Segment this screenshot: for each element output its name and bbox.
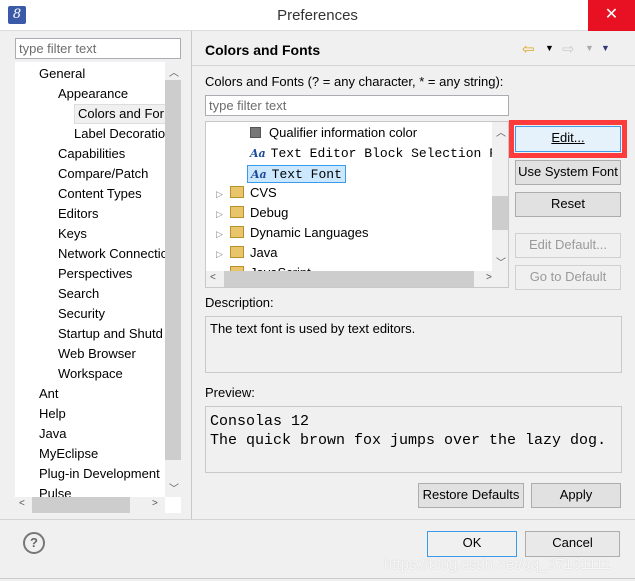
preference-tree[interactable]: General Appearance Colors and For Label Dec…: [15, 62, 181, 513]
item-label: Qualifier information color: [269, 125, 418, 140]
reset-button[interactable]: Reset: [515, 192, 621, 217]
tree-item[interactable]: Workspace: [58, 366, 123, 381]
description-text: The text font is used by text editors.: [210, 321, 416, 336]
item-label: CVS: [250, 185, 277, 200]
description-label: Description:: [205, 295, 274, 310]
tree-item[interactable]: Colors and For: [74, 104, 168, 124]
tree-item[interactable]: Security: [58, 306, 105, 321]
preview-label: Preview:: [205, 385, 255, 400]
ok-button[interactable]: OK: [427, 531, 517, 557]
tree-item[interactable]: Ant: [39, 386, 59, 401]
tree-item[interactable]: Keys: [58, 226, 87, 241]
colors-fonts-tree[interactable]: Qualifier information color Aa Text Editor…: [205, 121, 509, 288]
forward-dropdown-icon[interactable]: ▼: [585, 43, 594, 53]
tree-item[interactable]: Perspectives: [58, 266, 132, 281]
color-font-item[interactable]: ▷ Debug: [216, 205, 288, 220]
back-dropdown-icon[interactable]: ▼: [545, 43, 554, 53]
expand-icon[interactable]: ▷: [216, 229, 230, 240]
tree-item[interactable]: Startup and Shutd: [58, 326, 163, 341]
item-label: Dynamic Languages: [250, 225, 369, 240]
color-font-item[interactable]: Qualifier information color: [250, 125, 417, 140]
folder-icon: [230, 246, 244, 258]
view-menu-icon[interactable]: ▼: [601, 43, 610, 53]
color-font-item[interactable]: Aa Text Font: [247, 165, 346, 183]
color-font-item[interactable]: Aa Text Editor Block Selection Font: [250, 145, 509, 161]
left-vertical-scrollbar[interactable]: ︿ ﹀: [165, 62, 181, 497]
footer-separator: [0, 519, 635, 520]
close-icon[interactable]: ✕: [588, 0, 635, 31]
tree-horizontal-scrollbar[interactable]: < >: [206, 271, 508, 287]
item-label: Java: [250, 245, 278, 260]
expand-icon[interactable]: ▷: [216, 249, 230, 260]
edit-default-button[interactable]: Edit Default...: [515, 233, 621, 258]
tree-item[interactable]: Help: [39, 406, 66, 421]
font-icon: Aa: [250, 147, 266, 160]
expand-icon[interactable]: ▷: [216, 209, 230, 220]
title-bar: 8 Preferences ✕: [0, 0, 635, 31]
color-font-item[interactable]: ▷ Java: [216, 245, 277, 260]
tree-item[interactable]: Editors: [58, 206, 98, 221]
color-font-item[interactable]: ▷ Dynamic Languages: [216, 225, 369, 240]
tree-item[interactable]: Search: [58, 286, 99, 301]
folder-icon: [230, 206, 244, 218]
expand-icon[interactable]: ▷: [216, 189, 230, 200]
preview-line: The quick brown fox jumps over the lazy …: [210, 432, 607, 449]
tree-item[interactable]: Plug-in Development: [39, 466, 160, 481]
tree-vertical-scrollbar[interactable]: ︿ ﹀: [492, 122, 508, 271]
item-label: Text Editor Block Selection Font: [270, 146, 509, 161]
tree-item[interactable]: MyEclipse: [39, 446, 98, 461]
divider: [191, 31, 192, 519]
colors-filter-input[interactable]: [205, 95, 509, 116]
tree-item[interactable]: Network Connectio: [58, 246, 168, 261]
tree-item[interactable]: Web Browser: [58, 346, 136, 361]
help-icon[interactable]: ?: [23, 532, 45, 554]
cancel-button[interactable]: Cancel: [525, 531, 620, 557]
page-header: Colors and Fonts ⇦ ▼ ⇨ ▼ ▼: [192, 31, 635, 66]
tree-item[interactable]: Compare/Patch: [58, 166, 148, 181]
tree-item[interactable]: General: [39, 66, 85, 81]
restore-defaults-button[interactable]: Restore Defaults: [418, 483, 524, 508]
use-system-font-button[interactable]: Use System Font: [515, 160, 621, 185]
edit-button[interactable]: Edit...: [515, 126, 621, 152]
tree-item[interactable]: Appearance: [58, 86, 128, 101]
page-title: Colors and Fonts: [205, 42, 321, 58]
edit-label: Edit...: [551, 130, 585, 145]
apply-button[interactable]: Apply: [531, 483, 621, 508]
left-horizontal-scrollbar[interactable]: < >: [15, 497, 165, 513]
color-swatch-icon: [250, 127, 261, 138]
go-to-default-button[interactable]: Go to Default: [515, 265, 621, 290]
tree-item[interactable]: Capabilities: [58, 146, 125, 161]
folder-icon: [230, 226, 244, 238]
tree-item[interactable]: Label Decoratio: [74, 126, 165, 141]
color-font-item[interactable]: ▷ CVS: [216, 185, 277, 200]
window-title: Preferences: [277, 7, 358, 24]
font-icon: Aa: [251, 168, 267, 181]
preview-line: Consolas 12: [210, 413, 310, 430]
preview-box: Consolas 12 The quick brown fox jumps ov…: [205, 406, 622, 473]
item-label: Debug: [250, 205, 289, 220]
filter-label: Colors and Fonts (? = any character, * =…: [205, 74, 504, 89]
description-box: The text font is used by text editors.: [205, 316, 622, 373]
item-label: Text Font: [271, 167, 342, 182]
folder-icon: [230, 186, 244, 198]
forward-icon[interactable]: ⇨: [562, 40, 575, 58]
tree-item[interactable]: Content Types: [58, 186, 142, 201]
watermark: https://blog.csdn.net/qq_37131111: [384, 556, 611, 573]
tree-item[interactable]: Java: [39, 426, 66, 441]
left-filter-input[interactable]: [15, 38, 181, 59]
back-icon[interactable]: ⇦: [522, 40, 535, 58]
